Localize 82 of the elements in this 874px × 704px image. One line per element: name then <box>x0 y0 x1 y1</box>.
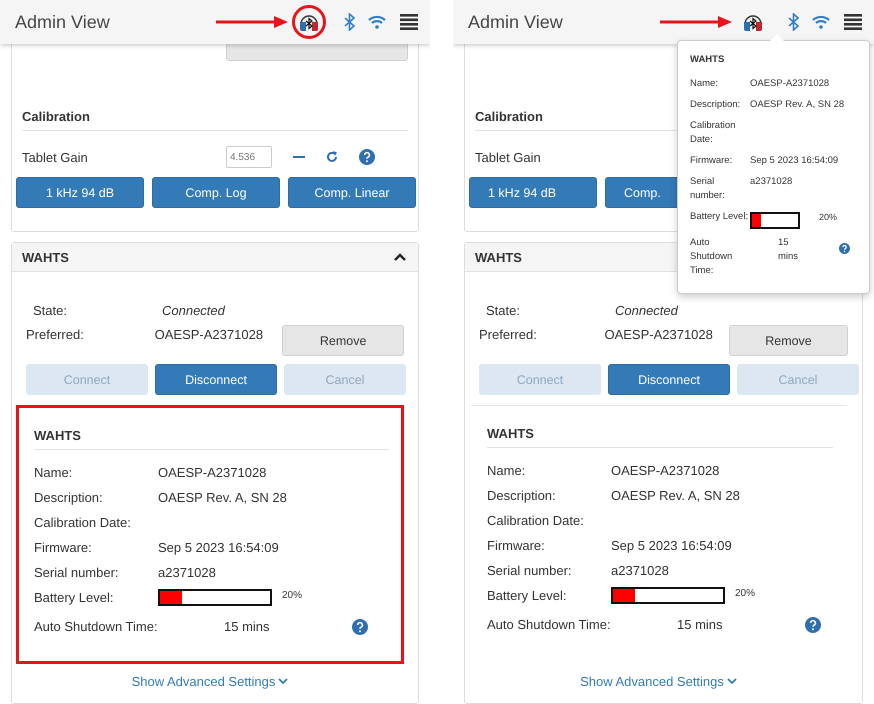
field-label: State: <box>485 302 521 318</box>
field-label: Calibration Date: <box>34 515 132 530</box>
bluetooth-icon[interactable] <box>788 13 800 31</box>
field-label: Name: <box>34 465 74 480</box>
chevron-up-icon[interactable] <box>394 253 406 261</box>
calibration-button[interactable]: 1 kHz 94 dB <box>16 177 144 208</box>
calibration-button[interactable]: 1 kHz 94 dB <box>469 177 597 208</box>
field-label: Name: <box>690 77 719 91</box>
field-value: OAESP Rev. A, SN 28 <box>611 488 740 503</box>
field-value: OAESP-A2371028 <box>750 77 830 91</box>
field-value: 15 mins <box>677 617 724 632</box>
field-value: OAESP Rev. A, SN 28 <box>750 98 844 112</box>
field-label: Auto Shutdown Time: <box>690 236 734 278</box>
field-label: Auto Shutdown Time: <box>487 617 612 632</box>
field-label: Description: <box>690 98 742 112</box>
advanced-settings-link[interactable]: Show Advanced Settings <box>132 674 288 689</box>
remove-button[interactable]: Remove <box>728 325 848 356</box>
card-title: WAHTS <box>22 250 69 264</box>
refresh-icon[interactable] <box>326 151 338 163</box>
battery-reading: 20% <box>735 588 756 599</box>
field-value: 15 mins <box>778 236 800 264</box>
field-label: Calibration Date: <box>487 513 585 528</box>
minus-icon[interactable] <box>293 155 305 159</box>
popover-title: WAHTS <box>690 54 726 65</box>
section-title: WAHTS <box>34 428 389 450</box>
calibration-button[interactable]: Comp. Linear <box>288 177 416 208</box>
help-icon[interactable] <box>359 149 375 165</box>
section-title: WAHTS <box>487 426 833 448</box>
advanced-settings-link[interactable]: Show Advanced Settings <box>580 674 737 689</box>
field-label: Battery Level: <box>487 588 568 603</box>
help-icon[interactable] <box>839 243 850 254</box>
help-icon[interactable] <box>805 616 821 632</box>
field-label: Serial number: <box>487 563 573 578</box>
battery-reading: 20% <box>282 590 302 601</box>
chevron-down-icon[interactable] <box>726 678 737 685</box>
field-label: Tablet Gain <box>475 150 542 164</box>
field-value: Sep 5 2023 16:54:09 <box>158 540 279 555</box>
wifi-icon[interactable] <box>368 15 386 29</box>
field-label: Description: <box>34 490 104 505</box>
menu-icon[interactable] <box>400 14 418 30</box>
battery-reading: 20% <box>819 211 838 224</box>
field-label: Description: <box>487 488 557 503</box>
field-label: Battery Level: <box>690 210 750 224</box>
card-title: WAHTS <box>475 250 522 264</box>
field-label: Auto Shutdown Time: <box>34 619 159 634</box>
field-value: OAESP-A2371028 <box>158 465 266 480</box>
field-label: Battery Level: <box>34 590 114 605</box>
field-value: a2371028 <box>750 175 792 189</box>
chevron-down-icon[interactable] <box>278 678 288 685</box>
field-label: Preferred: <box>25 326 85 342</box>
field-label: Firmware: <box>34 540 93 555</box>
field-value: Sep 5 2023 16:54:09 <box>750 154 838 168</box>
field-label: Firmware: <box>690 154 734 168</box>
connection-button[interactable]: Disconnect <box>155 364 277 395</box>
state-value: Connected <box>162 302 225 318</box>
connection-button[interactable]: Disconnect <box>608 364 730 395</box>
field-value: OAESP-A2371028 <box>611 463 720 478</box>
field-label: Firmware: <box>487 538 546 553</box>
field-value: a2371028 <box>158 565 216 580</box>
field-label: Preferred: <box>478 326 538 342</box>
field-value: 15 mins <box>224 619 271 634</box>
field-label: State: <box>32 302 68 318</box>
wifi-icon[interactable] <box>812 15 830 29</box>
app-title: Admin View <box>15 12 110 32</box>
state-value: Connected <box>615 302 678 318</box>
field-value: a2371028 <box>611 563 669 578</box>
field-value: Sep 5 2023 16:54:09 <box>611 538 732 553</box>
field-label: Name: <box>487 463 526 478</box>
help-icon[interactable] <box>352 618 368 634</box>
field-label: Serial number: <box>690 175 726 203</box>
menu-icon[interactable] <box>844 14 862 30</box>
section-title: Calibration <box>22 109 408 131</box>
bluetooth-icon[interactable] <box>344 13 356 31</box>
preferred-value: OAESP-A2371028 <box>604 326 714 342</box>
field-value: OAESP Rev. A, SN 28 <box>158 490 287 505</box>
remove-button[interactable]: Remove <box>282 325 404 356</box>
field-label: Serial number: <box>34 565 120 580</box>
gain-input-field[interactable]: 4.536 <box>226 146 272 168</box>
calibration-button[interactable]: Comp. Log <box>152 177 280 208</box>
preferred-value: OAESP-A2371028 <box>154 326 264 342</box>
field-label: Tablet Gain <box>22 150 89 164</box>
app-title: Admin View <box>468 12 563 32</box>
